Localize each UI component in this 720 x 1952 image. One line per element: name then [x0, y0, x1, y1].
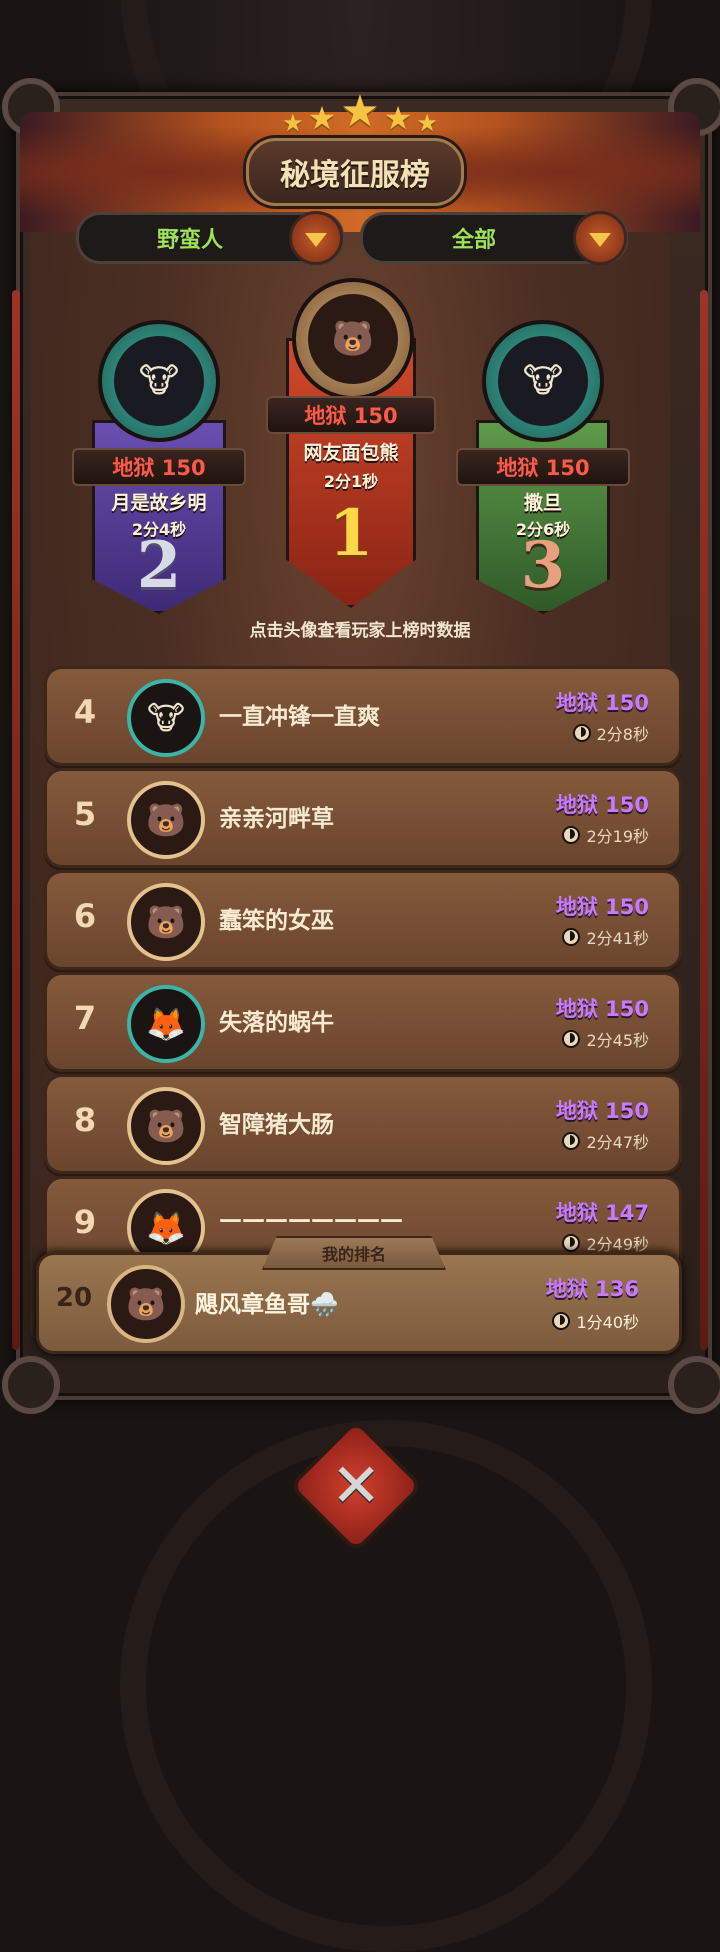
clock-icon	[562, 1132, 581, 1150]
podium-name-3: 撒旦	[523, 492, 562, 514]
frame-side-bar	[700, 290, 708, 1350]
row-player-name: 蠢笨的女巫	[219, 908, 334, 934]
row-time-value: 2分41秒	[586, 929, 649, 948]
row-rank: 8	[73, 1101, 97, 1139]
row-time: 2分47秒	[562, 1129, 649, 1153]
star-rating: ★ ★★ ★ ★	[0, 86, 720, 137]
frame-corner-ornament	[2, 1356, 60, 1414]
row-player-name: 一直冲锋一直爽	[219, 704, 380, 730]
row-score: 地狱 150	[555, 1099, 649, 1123]
podium-rank-1: 1	[328, 496, 374, 571]
helmet-warrior-avatar-icon: 🐻	[308, 294, 398, 384]
podium-avatar-3[interactable]: 🐮	[482, 320, 604, 442]
star-icon: ★	[340, 86, 380, 137]
row-score: 地狱 150	[555, 895, 649, 919]
row-time: 2分45秒	[562, 1027, 649, 1051]
leaderboard-row[interactable]: 4 🐮 一直冲锋一直爽 地狱 150 2分8秒	[44, 666, 682, 766]
chevron-down-icon[interactable]	[289, 211, 343, 265]
podium-score-1: 地狱 150	[266, 396, 436, 434]
fox-warrior-avatar-icon[interactable]: 🦊	[127, 985, 205, 1063]
podium-third-place[interactable]: 🐮 地狱 150 撒旦 2分6秒 3	[456, 320, 630, 620]
my-time: 1分40秒	[552, 1309, 639, 1333]
close-icon: ✕	[330, 1451, 382, 1521]
tap-avatar-hint: 点击头像查看玩家上榜时数据	[249, 621, 471, 641]
podium-first-place[interactable]: 🐻 地狱 150 网友面包熊 2分1秒 1	[266, 278, 436, 608]
row-time-value: 2分8秒	[596, 725, 649, 744]
cow-goggles-avatar-icon[interactable]: 🐮	[127, 679, 205, 757]
row-time-value: 2分19秒	[586, 827, 649, 846]
row-player-name: 智障猪大肠	[219, 1112, 334, 1138]
star-icon: ★	[307, 99, 337, 137]
page-title: 秘境征服榜	[246, 138, 464, 206]
row-player-name: 失落的蜗牛	[219, 1010, 334, 1036]
row-player-name: 亲亲河畔草	[219, 806, 334, 832]
row-player-name: ————————	[219, 1207, 403, 1233]
leaderboard-row[interactable]: 7 🦊 失落的蜗牛 地狱 150 2分45秒	[44, 972, 682, 1072]
podium-avatar-1[interactable]: 🐻	[292, 278, 414, 400]
clock-icon	[552, 1312, 571, 1330]
leaderboard-row[interactable]: 8 🐻 智障猪大肠 地狱 150 2分47秒	[44, 1074, 682, 1174]
my-time-value: 1分40秒	[576, 1313, 639, 1332]
leaderboard-row[interactable]: 5 🐻 亲亲河畔草 地狱 150 2分19秒	[44, 768, 682, 868]
cow-goggles-avatar-icon: 🐮	[498, 336, 588, 426]
scope-filter-dropdown[interactable]: 全部	[360, 211, 628, 265]
bear-avatar-icon[interactable]: 🐻	[127, 883, 205, 961]
row-rank: 9	[73, 1203, 97, 1241]
leaderboard-row[interactable]: 6 🐻 蠢笨的女巫 地狱 150 2分41秒	[44, 870, 682, 970]
row-score: 地狱 150	[555, 691, 649, 715]
row-time: 2分8秒	[572, 721, 649, 745]
row-score: 地狱 150	[555, 997, 649, 1021]
clock-icon	[562, 826, 581, 844]
star-icon: ★	[383, 99, 413, 137]
podium-score-3: 地狱 150	[456, 448, 630, 486]
podium-rank-3: 3	[520, 528, 566, 603]
row-rank: 4	[73, 693, 97, 731]
clock-icon	[562, 1234, 581, 1252]
cow-goggles-avatar-icon: 🐮	[114, 336, 204, 426]
podium-time-1: 2分1秒	[323, 472, 379, 491]
podium-name-1: 网友面包熊	[303, 442, 399, 464]
frame-corner-ornament	[668, 1356, 720, 1414]
row-rank: 5	[73, 795, 97, 833]
row-time: 2分19秒	[562, 823, 649, 847]
podium-score-2: 地狱 150	[72, 448, 246, 486]
my-rank-tab-label: 我的排名	[262, 1236, 446, 1270]
clock-icon	[572, 724, 591, 742]
frame-side-bar	[12, 290, 20, 1350]
clock-icon	[562, 1030, 581, 1048]
row-score: 地狱 150	[555, 793, 649, 817]
row-rank: 7	[73, 999, 97, 1037]
podium-name-2: 月是故乡明	[111, 492, 207, 514]
my-player-name: 飓风章鱼哥🌧️	[195, 1292, 339, 1318]
star-icon: ★	[416, 109, 438, 137]
chevron-down-icon[interactable]	[573, 211, 627, 265]
podium-avatar-2[interactable]: 🐮	[98, 320, 220, 442]
my-rank-number: 20	[55, 1283, 93, 1313]
star-icon: ★	[282, 109, 304, 137]
class-filter-dropdown[interactable]: 野蛮人	[76, 211, 344, 265]
row-score: 地狱 147	[555, 1201, 649, 1225]
podium-second-place[interactable]: 🐮 地狱 150 月是故乡明 2分4秒 2	[72, 320, 246, 620]
clock-icon	[562, 928, 581, 946]
row-time-value: 2分47秒	[586, 1133, 649, 1152]
row-rank: 6	[73, 897, 97, 935]
row-time: 2分41秒	[562, 925, 649, 949]
bear-avatar-icon[interactable]: 🐻	[127, 1087, 205, 1165]
bear-avatar-icon[interactable]: 🐻	[107, 1265, 185, 1343]
my-score: 地狱 136	[545, 1277, 639, 1301]
row-time-value: 2分45秒	[586, 1031, 649, 1050]
podium-rank-2: 2	[136, 528, 182, 603]
bear-avatar-icon[interactable]: 🐻	[127, 781, 205, 859]
